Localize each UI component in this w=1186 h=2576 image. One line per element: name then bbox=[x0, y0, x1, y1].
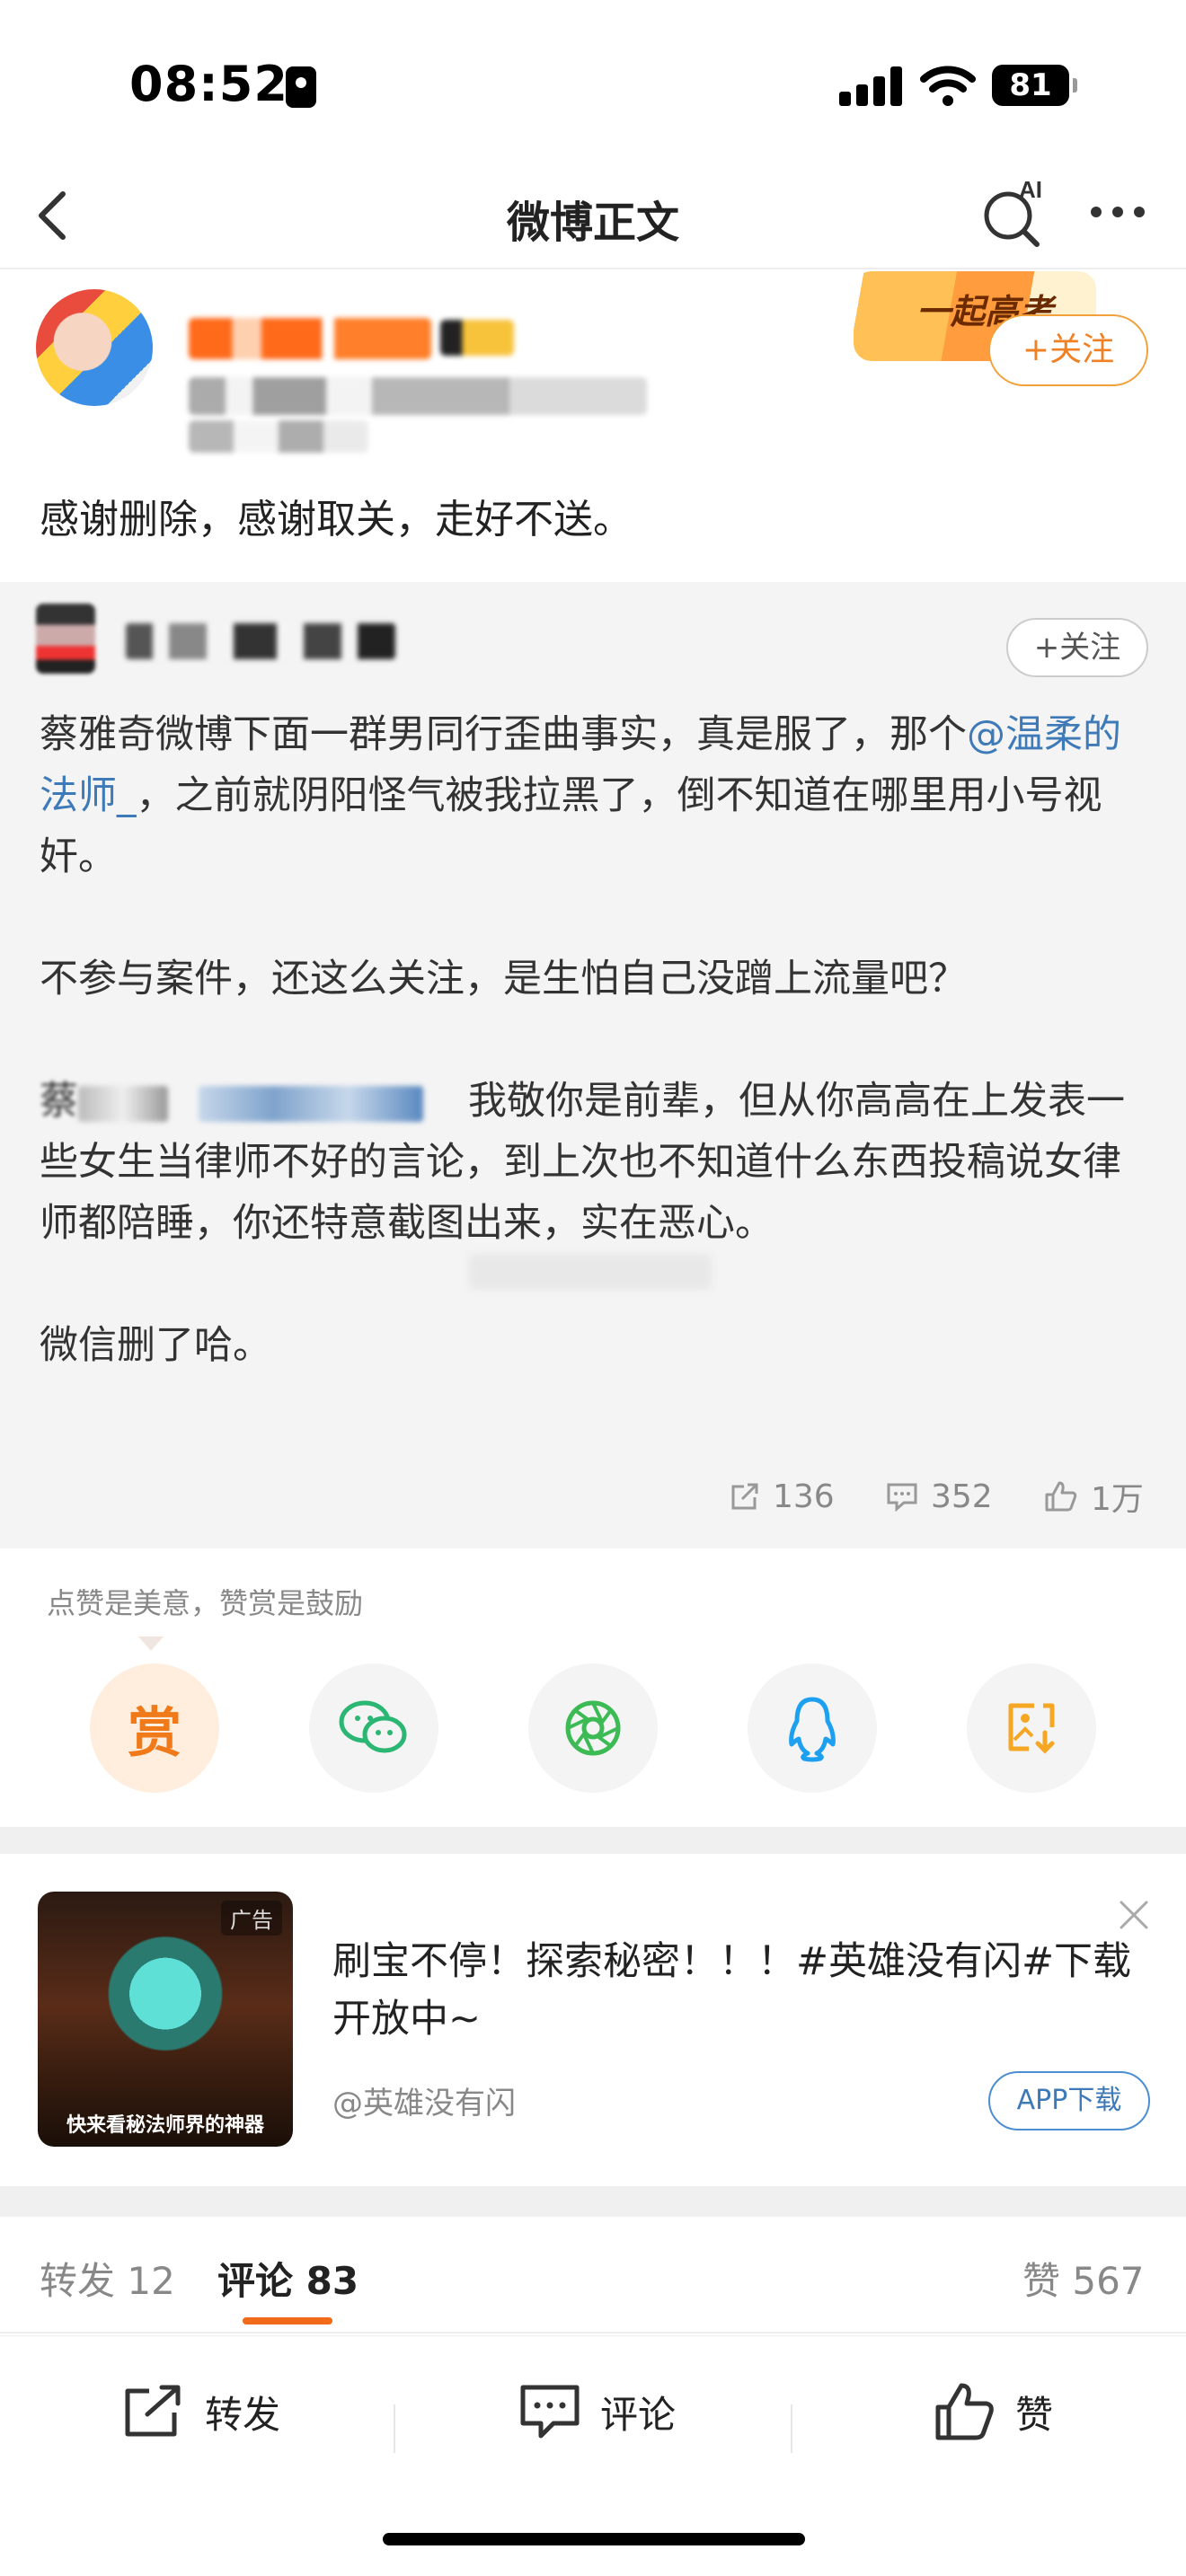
tip-arrow bbox=[138, 1636, 164, 1651]
ad-image[interactable]: 广告 快来看秘法师界的神器 bbox=[38, 1892, 293, 2147]
ad-image-caption: 快来看秘法师界的神器 bbox=[66, 2114, 264, 2137]
follow-button[interactable]: +关注 bbox=[988, 314, 1148, 386]
repost-text-segment: ，之前就阴阳怪气被我拉黑了，倒不知道在哪里用小号视奸。 bbox=[40, 773, 1102, 879]
section-divider bbox=[0, 2186, 1186, 2217]
repost-avatar[interactable] bbox=[36, 604, 95, 674]
post-source-redacted bbox=[189, 420, 368, 453]
tab-comments[interactable]: 评论 83 bbox=[217, 2251, 358, 2306]
repost-paragraph: 不参与案件，还这么关注，是生怕自己没蹭上流量吧？ bbox=[40, 957, 967, 1001]
username-redacted[interactable] bbox=[189, 318, 431, 359]
save-image-icon bbox=[1008, 1703, 1055, 1754]
reward-button[interactable]: 赏 bbox=[90, 1663, 219, 1793]
comment-button-label: 评论 bbox=[600, 2392, 677, 2437]
home-indicator[interactable] bbox=[383, 2533, 805, 2545]
ai-search-button[interactable]: AI bbox=[979, 174, 1051, 250]
separator bbox=[791, 2404, 792, 2453]
like-count-value: 1万 bbox=[1091, 1481, 1144, 1518]
share-moments-button[interactable] bbox=[528, 1663, 658, 1793]
share-qq-button[interactable] bbox=[748, 1663, 877, 1793]
member-badge bbox=[440, 320, 514, 356]
comment-icon bbox=[520, 2385, 580, 2439]
repost-icon bbox=[731, 1483, 758, 1510]
repost-paragraph: 蔡我敬你是前辈，但从你高高在上发表一些女生当律师不好的言论，到上次也不知道什么东… bbox=[40, 1071, 1154, 1254]
repost-paragraph: 微信删了哈。 bbox=[40, 1323, 271, 1368]
qq-icon bbox=[789, 1697, 836, 1762]
like-button-label: 赞 bbox=[1015, 2392, 1054, 2437]
reward-tip: 点赞是美意，赞赏是鼓励 bbox=[47, 1586, 364, 1620]
more-icon[interactable] bbox=[1085, 185, 1150, 239]
like-icon bbox=[1045, 1481, 1077, 1512]
ad-source[interactable]: @英雄没有闪 bbox=[332, 2078, 516, 2122]
repost-card[interactable]: +关注 蔡雅奇微博下面一群男同行歪曲事实，真是服了，那个@温柔的法师_，之前就阴… bbox=[0, 582, 1186, 1548]
comment-count-value: 352 bbox=[931, 1478, 993, 1515]
cellular-signal-icon bbox=[839, 66, 902, 106]
post: 一起高考 +关注 感谢删除，感谢取关，走好不送。 bbox=[0, 271, 1186, 582]
avatar[interactable] bbox=[36, 289, 153, 406]
battery-icon: 81 bbox=[992, 65, 1077, 106]
reward-label: 赏 bbox=[128, 1701, 181, 1765]
section-divider bbox=[0, 1827, 1186, 1854]
tab-likes[interactable]: 赞 567 bbox=[1022, 2251, 1145, 2306]
repost-text-segment: 蔡雅奇微博下面一群男同行歪曲事实，真是服了，那个 bbox=[40, 712, 967, 757]
ad-text[interactable]: 刷宝不停！探索秘密！！！#英雄没有闪#下载开放中~ bbox=[332, 1933, 1150, 2048]
like-button[interactable]: 赞 bbox=[934, 2376, 1053, 2448]
comment-icon bbox=[887, 1483, 917, 1512]
post-text: 感谢删除，感谢取关，走好不送。 bbox=[40, 497, 633, 543]
like-icon bbox=[935, 2383, 994, 2440]
repost-button[interactable]: 转发 bbox=[122, 2376, 280, 2448]
orientation-lock-icon bbox=[286, 66, 316, 108]
tab-reposts[interactable]: 转发 12 bbox=[40, 2251, 175, 2306]
share-wechat-button[interactable] bbox=[309, 1663, 438, 1793]
redacted-name bbox=[78, 1085, 168, 1122]
repost-follow-button[interactable]: +关注 bbox=[1006, 618, 1148, 677]
repost-count-value: 136 bbox=[773, 1478, 835, 1515]
repost-text-segment: 蔡 bbox=[40, 1079, 78, 1124]
repost-stats: 136 352 1万 bbox=[0, 1469, 1186, 1523]
ad-tag: 广告 bbox=[221, 1901, 282, 1936]
repost-username-redacted[interactable] bbox=[126, 623, 395, 659]
like-count[interactable]: 1万 bbox=[1044, 1469, 1144, 1523]
post-meta-redacted bbox=[189, 377, 647, 415]
active-tab-indicator bbox=[243, 2317, 332, 2325]
comment-button[interactable]: 评论 bbox=[519, 2376, 676, 2448]
wechat-icon bbox=[339, 1700, 407, 1753]
repost-paragraph: 蔡雅奇微博下面一群男同行歪曲事实，真是服了，那个@温柔的法师_，之前就阴阳怪气被… bbox=[40, 704, 1154, 887]
interaction-tabs: 转发 12 评论 83 赞 567 bbox=[0, 2217, 1186, 2333]
separator bbox=[394, 2404, 395, 2453]
save-image-button[interactable] bbox=[967, 1663, 1096, 1793]
ad-card[interactable]: 广告 快来看秘法师界的神器 刷宝不停！探索秘密！！！#英雄没有闪#下载开放中~ … bbox=[0, 1854, 1186, 2186]
ai-search-icon: AI bbox=[984, 176, 1042, 247]
repost-count[interactable]: 136 bbox=[730, 1469, 835, 1523]
comment-count[interactable]: 352 bbox=[886, 1469, 993, 1523]
bottom-action-bar: 转发 评论 赞 bbox=[0, 2335, 1186, 2488]
moments-icon bbox=[565, 1700, 621, 1756]
wifi-icon bbox=[920, 66, 976, 106]
nav-bar: 微博正文 AI bbox=[0, 162, 1186, 269]
battery-level: 81 bbox=[1009, 67, 1052, 103]
watermark bbox=[469, 1254, 712, 1290]
close-icon[interactable] bbox=[1116, 1897, 1152, 1933]
ai-label: AI bbox=[1019, 176, 1042, 203]
repost-icon bbox=[125, 2385, 181, 2437]
status-time: 08:52 bbox=[129, 56, 288, 112]
redacted-mention bbox=[199, 1085, 423, 1122]
repost-button-label: 转发 bbox=[205, 2392, 281, 2437]
status-bar: 08:52 81 bbox=[0, 0, 1186, 162]
app-download-button[interactable]: APP下载 bbox=[988, 2071, 1150, 2130]
